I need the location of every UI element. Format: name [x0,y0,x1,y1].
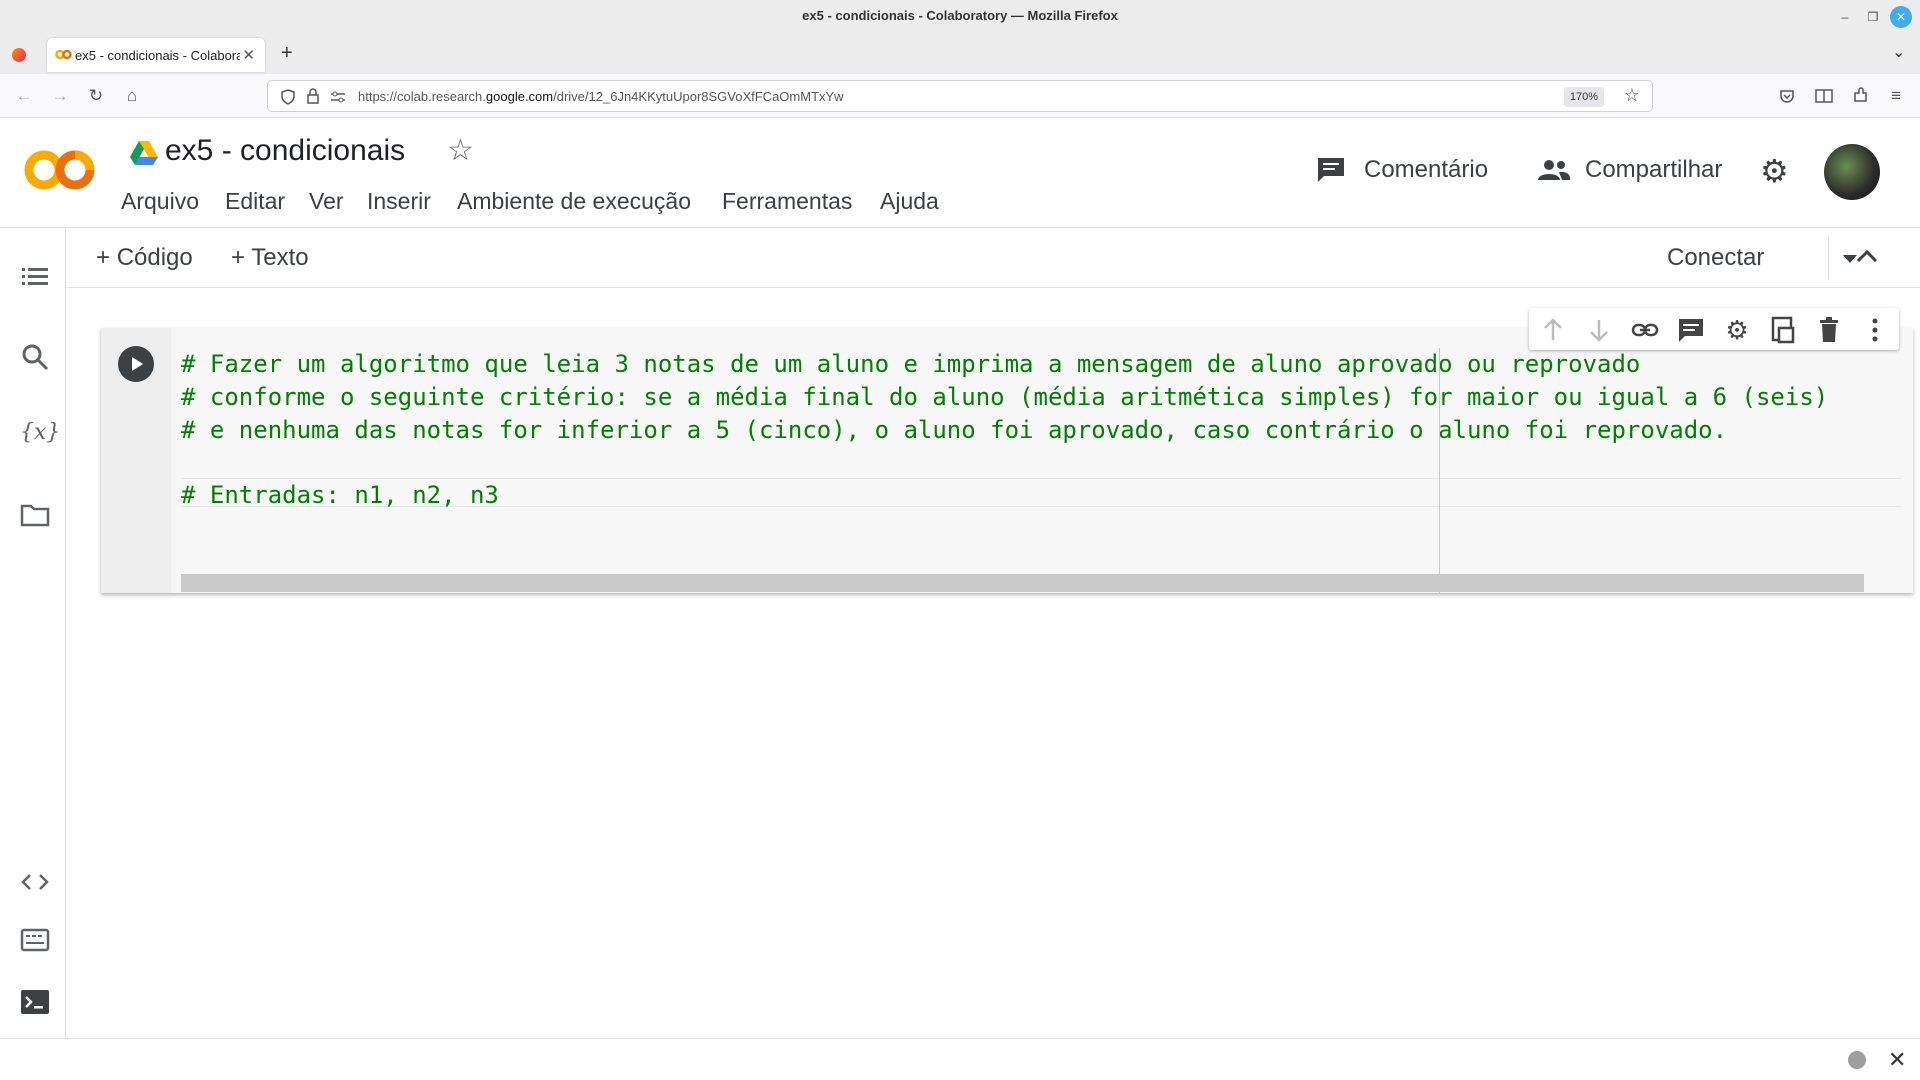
add-code-button[interactable]: + Código [96,244,193,272]
cell-settings-gear-icon[interactable]: ⚙ [1723,316,1751,344]
connect-button[interactable]: Conectar [1667,244,1764,272]
people-icon [1538,160,1571,180]
permissions-icon[interactable] [330,90,346,104]
url-text[interactable]: https://colab.research.google.com/drive/… [358,89,844,104]
avatar[interactable] [1824,144,1880,200]
toolbar-divider [1828,236,1829,280]
notebook-title[interactable]: ex5 - condicionais [165,134,405,168]
back-icon[interactable]: ← [12,84,36,108]
comment-label: Comentário [1364,156,1489,183]
table-of-contents-icon[interactable] [20,262,50,292]
link-icon[interactable] [1631,316,1659,344]
code-cell[interactable]: # Fazer um algoritmo que leia 3 notas de… [101,328,1913,593]
code-line-2: # conforme o seguinte critério: se a méd… [181,383,1829,411]
code-line-1: # Fazer um algoritmo que leia 3 notas de… [181,350,1641,378]
tab-close-icon[interactable]: ✕ [242,46,255,64]
menu-editar[interactable]: Editar [225,188,285,215]
new-tab-icon[interactable]: + [281,42,293,65]
url-bar[interactable]: https://colab.research.google.com/drive/… [267,80,1653,112]
add-comment-icon[interactable] [1677,316,1705,344]
horizontal-scrollbar[interactable] [181,574,1864,592]
search-icon[interactable] [20,342,50,372]
collapse-chevron-up-icon[interactable] [1855,248,1879,264]
menu-ajuda[interactable]: Ajuda [880,188,939,215]
tab-list-chevron-icon[interactable]: ⌄ [1892,42,1905,62]
line-highlight [181,478,1901,479]
lock-icon[interactable] [306,88,320,105]
code-editor[interactable]: # Fazer um algoritmo que leia 3 notas de… [171,328,1913,593]
comment-icon [1318,158,1344,182]
close-window-icon[interactable]: ✕ [1890,6,1912,28]
home-icon[interactable]: ⌂ [120,84,144,108]
cell-gutter [101,328,171,593]
tab-colab[interactable]: ex5 - condicionais - Colabora ✕ [47,38,265,72]
reload-icon[interactable]: ↻ [84,84,108,108]
move-up-icon[interactable] [1539,316,1567,344]
menu-ver[interactable]: Ver [309,188,344,215]
forward-icon[interactable]: → [48,84,72,108]
menu-hamburger-icon[interactable]: ≡ [1884,84,1908,108]
pocket-icon[interactable] [1779,88,1795,104]
status-indicator-icon [1848,1051,1866,1069]
add-code-label: Código [116,244,193,271]
window-title: ex5 - condicionais - Colaboratory — Mozi… [802,8,1118,23]
shield-icon[interactable] [280,89,296,105]
star-icon[interactable]: ☆ [447,133,474,168]
folder-icon[interactable] [20,500,50,530]
code-snippets-icon[interactable] [20,867,50,897]
navigation-bar: ← → ↻ ⌂ https://colab.research.google.co… [0,74,1920,118]
tab-bar: ex5 - condicionais - Colabora ✕ + ⌄ [0,34,1920,74]
tab-label: ex5 - condicionais - Colabora [75,48,240,63]
code-line-3: # e nenhuma das notas for inferior a 5 (… [181,416,1728,444]
variables-icon[interactable]: {x} [20,420,60,450]
terminal-icon[interactable] [20,987,50,1017]
command-palette-icon[interactable] [20,925,50,955]
notebook-toolbar: + Código + Texto Conectar [66,228,1920,288]
more-options-icon[interactable] [1861,316,1889,344]
add-text-label: Texto [251,244,309,271]
plus-icon: + [96,244,117,271]
window-titlebar: ex5 - condicionais - Colaboratory — Mozi… [0,0,1920,34]
zoom-level[interactable]: 170% [1563,87,1604,107]
share-label: Compartilhar [1585,156,1723,183]
column-ruler [1439,348,1440,593]
run-cell-button[interactable] [118,346,154,382]
code-line-5: # Entradas: n1, n2, n3 [181,481,499,509]
restore-icon[interactable]: ❐ [1862,6,1884,28]
delete-trash-icon[interactable] [1815,316,1843,344]
menu-arquivo[interactable]: Arquivo [121,188,199,215]
colab-logo[interactable] [24,146,96,194]
settings-gear-icon[interactable]: ⚙ [1760,152,1789,190]
move-down-icon[interactable] [1585,316,1613,344]
connect-label: Conectar [1667,244,1765,271]
status-bar: ✕ [0,1038,1920,1080]
menu-inserir[interactable]: Inserir [367,188,431,215]
plus-icon: + [231,244,252,271]
cell-toolbar: ⚙ [1529,308,1899,350]
left-sidebar: {x} [0,228,66,1038]
close-status-icon[interactable]: ✕ [1888,1047,1906,1073]
minimize-icon[interactable]: – [1834,6,1856,28]
firefox-icon[interactable] [12,48,26,62]
add-text-button[interactable]: + Texto [231,244,309,272]
reader-view-icon[interactable] [1815,88,1833,104]
menu-ferramentas[interactable]: Ferramentas [722,188,852,215]
google-drive-icon[interactable] [130,140,158,166]
colab-favicon-icon [55,49,72,60]
colab-header: ex5 - condicionais ☆ Arquivo Editar Ver … [0,118,1920,228]
extensions-icon[interactable] [1852,87,1869,104]
bookmark-star-icon[interactable]: ☆ [1624,85,1640,106]
mirror-cell-icon[interactable] [1769,316,1797,344]
menu-ambiente-de-execucao[interactable]: Ambiente de execução [457,188,691,215]
